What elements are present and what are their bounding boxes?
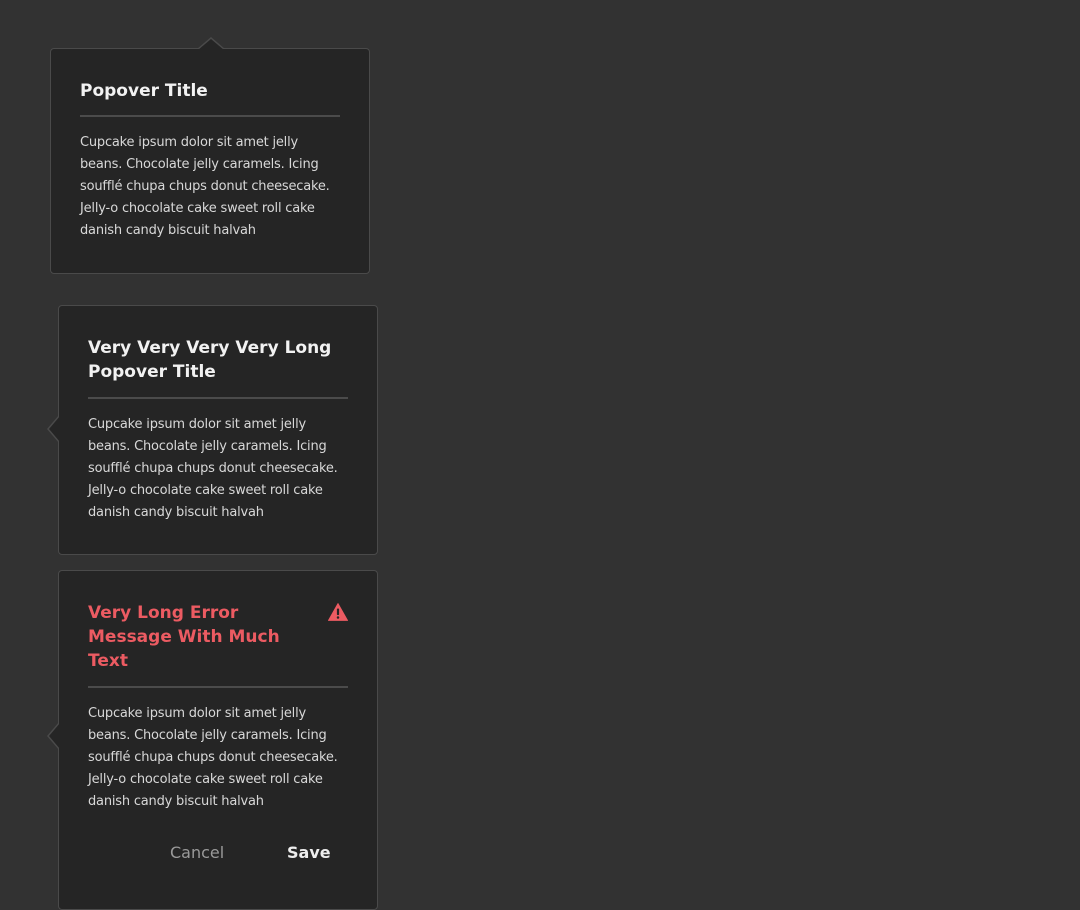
cancel-button[interactable]: Cancel bbox=[170, 841, 224, 865]
error-title: Very Long Error Message With Much Text bbox=[88, 603, 280, 671]
alert-icon bbox=[328, 603, 348, 621]
popover-tip-fill bbox=[49, 416, 60, 442]
popover-body: Cupcake ipsum dolor sit amet jelly beans… bbox=[80, 135, 330, 238]
popover: Very Very Very Very Long Popover Title C… bbox=[58, 305, 378, 555]
popover-title: Very Very Very Very Long Popover Title bbox=[88, 338, 332, 382]
popover-tip-fill bbox=[198, 39, 224, 50]
popover-footer: Cancel Save bbox=[59, 841, 377, 871]
popover-body: Cupcake ipsum dolor sit amet jelly beans… bbox=[88, 706, 338, 809]
popover-title: Popover Title bbox=[80, 81, 208, 101]
save-button[interactable]: Save bbox=[287, 841, 331, 865]
popover-tip-fill bbox=[49, 723, 60, 749]
popover-header: Very Very Very Very Long Popover Title bbox=[88, 306, 348, 399]
popover-header: Very Long Error Message With Much Text bbox=[88, 571, 348, 688]
popover-header: Popover Title bbox=[80, 49, 340, 117]
error-popover: Very Long Error Message With Much Text C… bbox=[58, 570, 378, 910]
popover: Popover Title Cupcake ipsum dolor sit am… bbox=[50, 48, 370, 274]
popover-body: Cupcake ipsum dolor sit amet jelly beans… bbox=[88, 417, 338, 520]
